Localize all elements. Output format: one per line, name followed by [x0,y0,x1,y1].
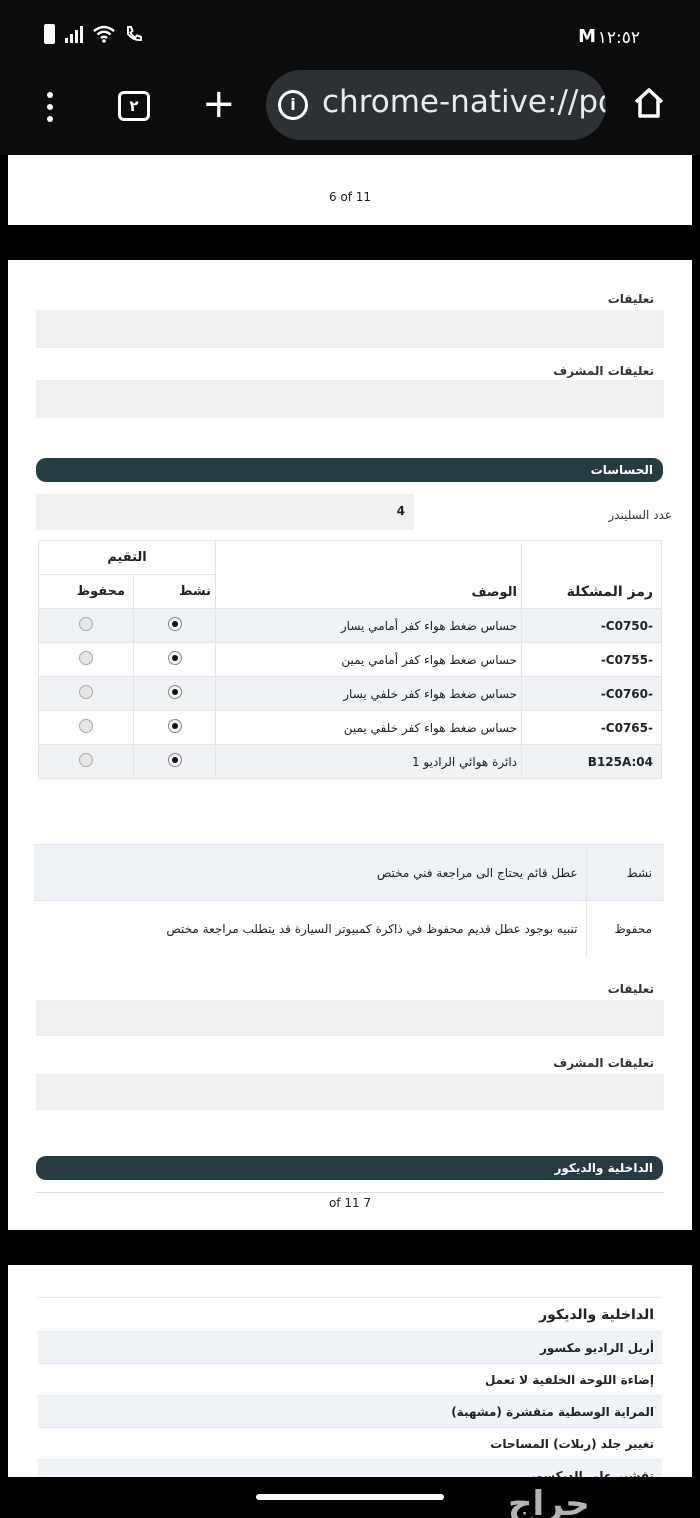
report-page-7: الداخلية والديكور أريل الراديو مكسور إضا… [8,1265,692,1477]
home-icon[interactable] [632,86,666,120]
description-cell: حساس ضغط هواء كفر خلفي يمين [215,710,522,745]
browser-toolbar: ٢ + i chrome-native://pd [0,70,700,155]
code-cell: -C0755- [521,642,662,677]
legend-label: محفوظ [585,900,664,957]
supervisor-comments-label: تعليقات المشرف [553,364,654,378]
supervisor-comments-field-2[interactable] [36,1074,664,1110]
interior-list: الداخلية والديكور أريل الراديو مكسور إضا… [38,1297,662,1477]
active-cell [133,744,216,779]
table-row: -C0750- حساس ضغط هواء كفر أمامي يسار [38,608,662,643]
stored-radio[interactable] [79,685,93,699]
list-item: إضاءة اللوحة الخلفية لا تعمل [38,1363,662,1395]
comments-label-2: تعليقات [607,982,654,996]
comments-field[interactable] [36,310,664,348]
active-header: نشط [133,574,216,609]
call-icon [127,26,142,42]
comments-label: تعليقات [607,292,654,306]
trouble-codes-table: رمز المشكلة الوصف التقيم نشط محفوظ -C075… [38,540,662,779]
description-cell: حساس ضغط هواء كفر أمامي يمين [215,642,522,677]
table-row: -C0760- حساس ضغط هواء كفر خلفي يسار [38,676,662,711]
sensors-section-header: الحساسات [36,458,663,482]
list-item: تغيير جلد (ربلات) المساحات [38,1427,662,1459]
list-item: المراية الوسطية متقشرة (مشهبة) [38,1395,662,1427]
stored-radio[interactable] [79,651,93,665]
active-radio[interactable] [167,719,182,733]
list-item: أريل الراديو مكسور [38,1331,662,1363]
status-legend-table: نشط عطل قائم يحتاج الى مراجعة فني مختص م… [34,844,664,957]
table-row: -C0765- حساس ضغط هواء كفر خلفي يمين [38,710,662,745]
info-icon[interactable]: i [278,90,308,120]
description-cell: حساس ضغط هواء كفر خلفي يسار [215,676,522,711]
page-number-bottom: 7 of 11 [328,1196,372,1210]
page-number: 6 of 11 [328,190,372,204]
code-header: رمز المشكلة [521,540,662,609]
rating-header: التقيم [38,540,216,575]
signal-icon [65,25,83,43]
legend-row: نشط عطل قائم يحتاج الى مراجعة فني مختص [34,844,664,901]
tab-switcher-button[interactable]: ٢ [118,91,150,121]
active-cell [133,676,216,711]
supervisor-comments-label-2: تعليقات المشرف [553,1056,654,1070]
mail-icon: M [578,26,596,47]
cylinders-field[interactable]: 4 [36,494,414,530]
stored-cell [38,642,134,677]
watermark-logo: حراج [508,1484,590,1518]
status-bar: M ١٢:٥٢ [0,0,700,70]
description-header: الوصف [215,540,522,609]
cylinders-value: 4 [396,504,405,518]
address-bar[interactable]: i chrome-native://pd [266,70,606,140]
battery-icon [44,24,55,44]
active-radio[interactable] [167,617,182,631]
code-cell: -C0760- [521,676,662,711]
active-radio[interactable] [167,651,182,665]
interior-heading: الداخلية والديكور [38,1297,662,1331]
interior-section-header: الداخلية والديكور [36,1156,663,1180]
active-radio[interactable] [167,685,182,699]
wifi-icon [93,25,115,43]
stored-cell [38,744,134,779]
legend-text: عطل قائم يحتاج الى مراجعة فني مختص [34,844,586,901]
active-cell [133,642,216,677]
active-cell [133,710,216,745]
stored-header: محفوظ [38,574,134,609]
active-cell [133,608,216,643]
report-page: تعليقات تعليقات المشرف الحساسات عدد السل… [8,260,692,1230]
gesture-nav-bar[interactable] [256,1494,444,1500]
description-cell: حساس ضغط هواء كفر أمامي يسار [215,608,522,643]
table-row: B125A:04 دائرة هوائي الراديو 1 [38,744,662,779]
page-top-strip: 6 of 11 [8,155,692,225]
stored-radio[interactable] [79,719,93,733]
legend-text: تنبيه بوجود عطل قديم محفوظ في ذاكرة كمبي… [34,900,586,957]
menu-icon[interactable] [44,92,56,122]
supervisor-comments-field[interactable] [36,380,664,418]
cylinders-label: عدد السليندر [608,508,672,522]
list-item: تقشير على الديكسور [38,1459,662,1477]
code-cell: -C0750- [521,608,662,643]
legend-row: محفوظ تنبيه بوجود عطل قديم محفوظ في ذاكر… [34,900,664,957]
status-icons [44,24,143,44]
stored-radio[interactable] [79,753,93,767]
stored-cell [38,608,134,643]
comments-field-2[interactable] [36,1000,664,1036]
divider [36,1192,664,1193]
code-cell: -C0765- [521,710,662,745]
stored-cell [38,676,134,711]
clock: ١٢:٥٢ [597,28,640,48]
table-row: -C0755- حساس ضغط هواء كفر أمامي يمين [38,642,662,677]
new-tab-icon[interactable]: + [202,82,236,126]
stored-radio[interactable] [79,617,93,631]
legend-label: نشط [585,844,664,901]
code-cell: B125A:04 [521,744,662,779]
url-text[interactable]: chrome-native://pd [322,84,606,120]
stored-cell [38,710,134,745]
active-radio[interactable] [167,753,182,767]
description-cell: دائرة هوائي الراديو 1 [215,744,522,779]
